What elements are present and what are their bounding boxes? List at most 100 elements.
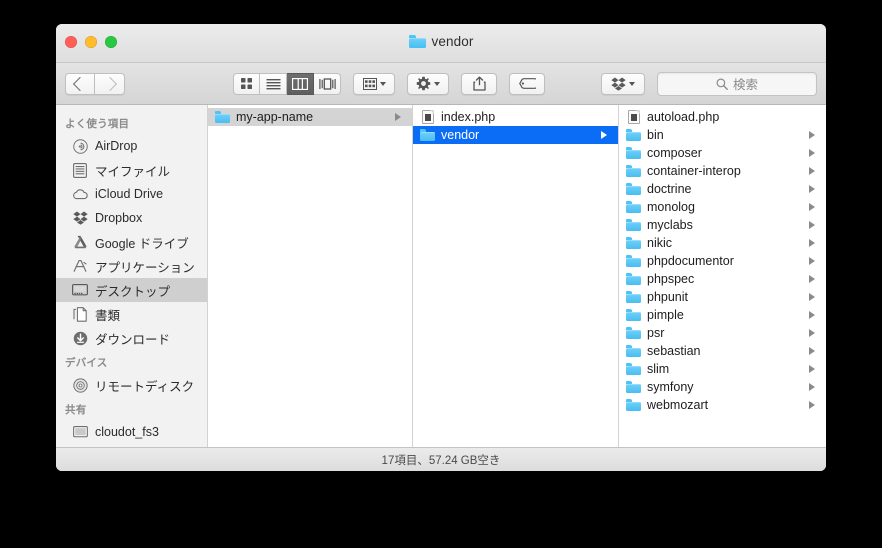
disclosure-triangle-icon xyxy=(809,185,821,193)
arrange-button[interactable] xyxy=(353,72,395,95)
forward-button[interactable] xyxy=(95,72,125,95)
file-row[interactable]: phpdocumentor xyxy=(619,252,826,270)
file-row[interactable]: symfony xyxy=(619,378,826,396)
file-name: container-interop xyxy=(647,164,741,178)
disclosure-triangle-icon xyxy=(601,131,613,139)
list-view-button[interactable] xyxy=(260,72,287,95)
dropbox-button[interactable] xyxy=(601,72,645,95)
disclosure-triangle-icon xyxy=(809,257,821,265)
column-2[interactable]: index.php vendor xyxy=(413,105,619,447)
window-title: vendor xyxy=(431,34,474,49)
file-row[interactable]: phpspec xyxy=(619,270,826,288)
window-titlebar[interactable]: vendor xyxy=(56,24,826,63)
traffic-light-group xyxy=(65,36,117,48)
file-row[interactable]: pimple xyxy=(619,306,826,324)
sidebar-item-iCloud Drive[interactable]: iCloud Drive xyxy=(56,182,207,206)
search-input[interactable]: 検索 xyxy=(657,71,817,96)
file-name: symfony xyxy=(647,380,694,394)
file-row[interactable]: bin xyxy=(619,126,826,144)
share-button[interactable] xyxy=(461,72,497,95)
file-row[interactable]: doctrine xyxy=(619,180,826,198)
file-row[interactable]: nikic xyxy=(619,234,826,252)
sidebar-item-AirDrop[interactable]: AirDrop xyxy=(56,134,207,158)
action-button[interactable] xyxy=(407,72,449,95)
file-name: phpspec xyxy=(647,272,695,286)
file-name: composer xyxy=(647,146,702,160)
zoom-button[interactable] xyxy=(105,36,117,48)
sidebar-item-label: ダウンロード xyxy=(95,332,171,347)
close-button[interactable] xyxy=(65,36,77,48)
gear-icon xyxy=(416,76,431,91)
folder-icon xyxy=(626,182,641,197)
chevron-down-icon xyxy=(379,81,386,86)
chevron-right-icon xyxy=(102,76,117,91)
file-row[interactable]: my-app-name xyxy=(208,108,412,126)
search-placeholder: 検索 xyxy=(732,78,758,92)
folder-icon xyxy=(626,146,641,161)
file-row[interactable]: myclabs xyxy=(619,216,826,234)
folder-icon xyxy=(626,254,641,269)
disclosure-triangle-icon xyxy=(809,203,821,211)
sidebar-item-マイファイル[interactable]: マイファイル xyxy=(56,158,207,182)
file-row[interactable]: index.php xyxy=(413,108,618,126)
file-row[interactable]: autoload.php xyxy=(619,108,826,126)
sidebar-item-アプリケーション[interactable]: アプリケーション xyxy=(56,254,207,278)
sidebar-item-Dropbox[interactable]: Dropbox xyxy=(56,206,207,230)
disclosure-triangle-icon xyxy=(809,329,821,337)
sidebar-item-デスクトップ[interactable]: デスクトップ xyxy=(56,278,207,302)
folder-icon xyxy=(626,362,641,377)
column-1[interactable]: my-app-name xyxy=(208,105,413,447)
status-bar: 17項目、57.24 GB空き xyxy=(56,447,826,471)
file-row[interactable]: composer xyxy=(619,144,826,162)
icon-view-button[interactable] xyxy=(233,72,260,95)
sidebar-item-label: リモートディスク xyxy=(95,379,195,394)
sidebar-item-label: マイファイル xyxy=(95,164,171,179)
disclosure-triangle-icon xyxy=(809,131,821,139)
sidebar-item-label: 書類 xyxy=(95,308,121,323)
gallery-icon xyxy=(318,77,336,90)
file-row[interactable]: sebastian xyxy=(619,342,826,360)
file-name: myclabs xyxy=(647,218,693,232)
file-row[interactable]: webmozart xyxy=(619,396,826,414)
folder-icon xyxy=(626,272,641,287)
tag-button[interactable] xyxy=(509,72,545,95)
minimize-button[interactable] xyxy=(85,36,97,48)
sidebar-item-cloudot_fs3[interactable]: cloudot_fs3 xyxy=(56,420,207,444)
column-view-button[interactable] xyxy=(287,72,314,95)
sidebar-item-ダウンロード[interactable]: ダウンロード xyxy=(56,326,207,350)
sidebar-item-リモートディスク[interactable]: リモートディスク xyxy=(56,373,207,397)
file-name: pimple xyxy=(647,308,684,322)
status-text: 17項目、57.24 GB空き xyxy=(381,455,501,467)
folder-icon xyxy=(626,218,641,233)
file-name: index.php xyxy=(441,110,496,124)
sidebar-item-label: iCloud Drive xyxy=(95,187,164,201)
chevron-down-icon xyxy=(629,81,635,86)
tag-icon xyxy=(518,78,536,89)
folder-icon xyxy=(626,398,641,413)
airdrop-icon xyxy=(72,138,88,154)
disclosure-triangle-icon xyxy=(809,239,821,247)
chevron-down-icon xyxy=(434,81,440,86)
toolbar: 検索 xyxy=(56,63,826,105)
file-row[interactable]: monolog xyxy=(619,198,826,216)
folder-icon xyxy=(626,326,641,341)
googledrive-icon xyxy=(72,234,88,250)
downloads-icon xyxy=(72,330,88,346)
disclosure-triangle-icon xyxy=(809,383,821,391)
file-row[interactable]: phpunit xyxy=(619,288,826,306)
dropbox-icon xyxy=(72,210,88,226)
file-row[interactable]: slim xyxy=(619,360,826,378)
disclosure-triangle-icon xyxy=(809,167,821,175)
sidebar-item-Google ドライブ[interactable]: Google ドライブ xyxy=(56,230,207,254)
sidebar-item-書類[interactable]: 書類 xyxy=(56,302,207,326)
folder-icon xyxy=(215,110,230,125)
gallery-view-button[interactable] xyxy=(314,72,341,95)
dropbox-icon xyxy=(611,77,626,91)
file-row[interactable]: container-interop xyxy=(619,162,826,180)
folder-icon xyxy=(626,128,641,143)
back-button[interactable] xyxy=(65,72,95,95)
column-3[interactable]: autoload.php bin composer container-interop… xyxy=(619,105,826,447)
file-row[interactable]: vendor xyxy=(413,126,618,144)
server-icon xyxy=(72,424,88,440)
file-row[interactable]: psr xyxy=(619,324,826,342)
